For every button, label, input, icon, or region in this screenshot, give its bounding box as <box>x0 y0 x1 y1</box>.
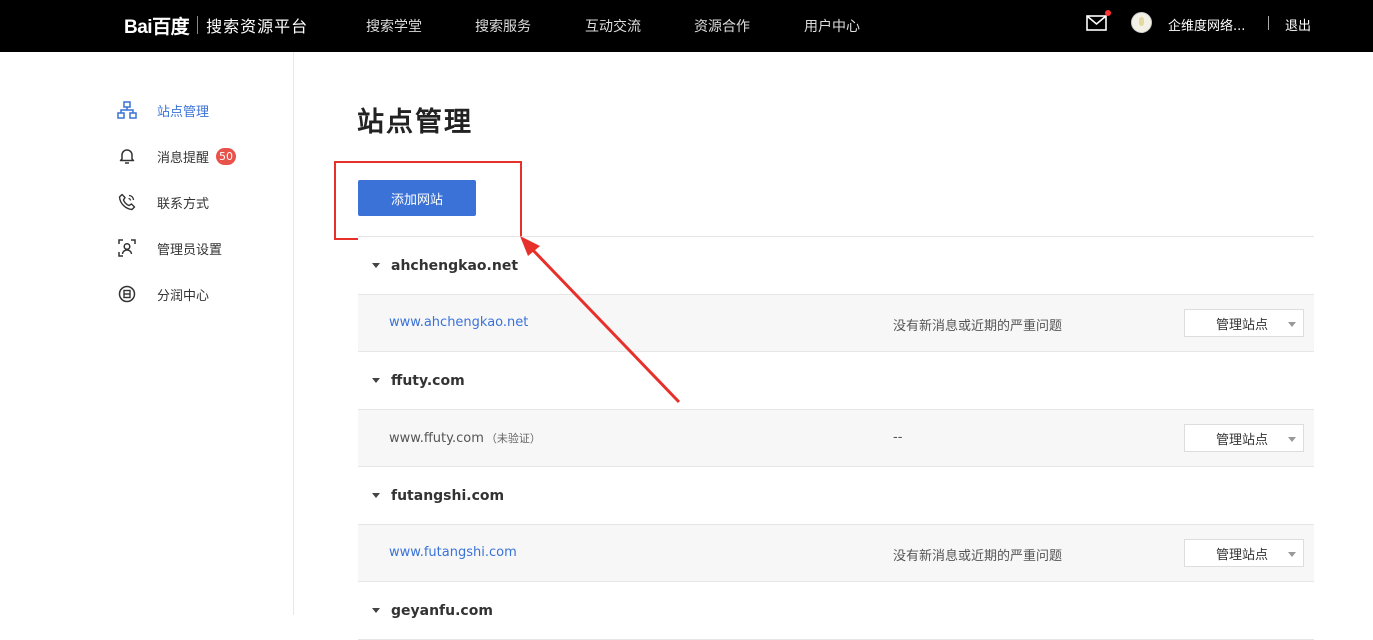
sidebar-item-site-management[interactable]: 站点管理 <box>116 100 209 120</box>
manage-site-label: 管理站点 <box>1216 317 1269 333</box>
logout-link[interactable]: 退出 <box>1285 15 1311 34</box>
sidebar-item-label: 管理员设置 <box>157 242 223 258</box>
mail-icon[interactable] <box>1086 10 1111 32</box>
manage-site-dropdown[interactable]: 管理站点 <box>1184 309 1304 337</box>
caret-down-icon[interactable] <box>372 263 380 268</box>
site-link[interactable]: www.ffuty.com （未验证） <box>389 430 541 446</box>
caret-down-icon[interactable] <box>372 608 380 613</box>
annotation-highlight-box <box>334 161 522 240</box>
site-group-header[interactable]: geyanfu.com <box>358 582 1314 640</box>
nav-item-user-center[interactable]: 用户中心 <box>804 16 860 36</box>
caret-down-icon[interactable] <box>372 378 380 383</box>
site-row: www.ffuty.com （未验证） -- 管理站点 <box>358 410 1314 467</box>
sidebar-item-label: 站点管理 <box>157 104 210 120</box>
site-status: -- <box>893 430 903 445</box>
sitemap-icon <box>116 100 138 120</box>
site-group-header[interactable]: ahchengkao.net <box>358 237 1314 295</box>
username[interactable]: 企维度网络... <box>1168 15 1245 34</box>
sidebar-item-label: 联系方式 <box>157 196 210 212</box>
sidebar-item-admin-settings[interactable]: 管理员设置 <box>116 238 222 258</box>
manage-site-dropdown[interactable]: 管理站点 <box>1184 424 1304 452</box>
admin-icon <box>116 238 138 258</box>
message-count-badge: 50 <box>216 147 237 165</box>
platform-name: 搜索资源平台 <box>206 17 309 36</box>
profit-icon <box>116 284 138 304</box>
manage-site-label: 管理站点 <box>1216 432 1269 448</box>
site-link[interactable]: www.futangshi.com <box>389 545 517 560</box>
baidu-logo[interactable]: Bai百度 搜索资源平台 <box>124 10 308 40</box>
manage-site-dropdown[interactable]: 管理站点 <box>1184 539 1304 567</box>
site-status: 没有新消息或近期的严重问题 <box>893 549 1063 564</box>
avatar[interactable] <box>1131 12 1152 33</box>
site-url: www.ffuty.com <box>389 431 484 446</box>
group-domain: futangshi.com <box>391 487 505 504</box>
logo-divider <box>197 16 199 34</box>
bell-icon <box>116 146 138 166</box>
phone-icon <box>116 192 138 212</box>
group-domain: ahchengkao.net <box>391 257 519 274</box>
site-group-header[interactable]: futangshi.com <box>358 467 1314 525</box>
site-status: 没有新消息或近期的严重问题 <box>893 319 1063 334</box>
sidebar-item-messages[interactable]: 消息提醒 50 <box>116 146 237 166</box>
site-row: www.futangshi.com 没有新消息或近期的严重问题 管理站点 <box>358 525 1314 582</box>
sidebar-item-contact[interactable]: 联系方式 <box>116 192 209 212</box>
sidebar-item-profit-center[interactable]: 分润中心 <box>116 284 209 304</box>
page-title: 站点管理 <box>357 107 473 138</box>
manage-site-label: 管理站点 <box>1216 547 1269 563</box>
logo-mark: Bai百度 <box>124 16 190 38</box>
group-domain: geyanfu.com <box>391 602 493 619</box>
header-divider <box>1268 16 1269 30</box>
nav-item-community[interactable]: 互动交流 <box>585 16 641 36</box>
unread-dot <box>1105 10 1111 16</box>
site-group-header[interactable]: ffuty.com <box>358 352 1314 410</box>
caret-down-icon[interactable] <box>372 493 380 498</box>
nav-item-services[interactable]: 搜索服务 <box>475 16 531 36</box>
nav-item-learn[interactable]: 搜索学堂 <box>366 16 422 36</box>
sidebar: 站点管理 消息提醒 50 联系方式 管理员设置 分润中心 <box>0 52 294 615</box>
site-link[interactable]: www.ahchengkao.net <box>389 315 528 330</box>
group-domain: ffuty.com <box>391 372 465 389</box>
site-list: ahchengkao.net www.ahchengkao.net 没有新消息或… <box>358 236 1314 640</box>
top-bar: Bai百度 搜索资源平台 搜索学堂 搜索服务 互动交流 资源合作 用户中心 企维… <box>0 0 1373 52</box>
unverified-note: （未验证） <box>485 432 541 445</box>
sidebar-item-label: 消息提醒 <box>157 150 210 166</box>
nav-item-cooperation[interactable]: 资源合作 <box>694 16 750 36</box>
site-row: www.ahchengkao.net 没有新消息或近期的严重问题 管理站点 <box>358 295 1314 352</box>
sidebar-item-label: 分润中心 <box>157 288 210 304</box>
